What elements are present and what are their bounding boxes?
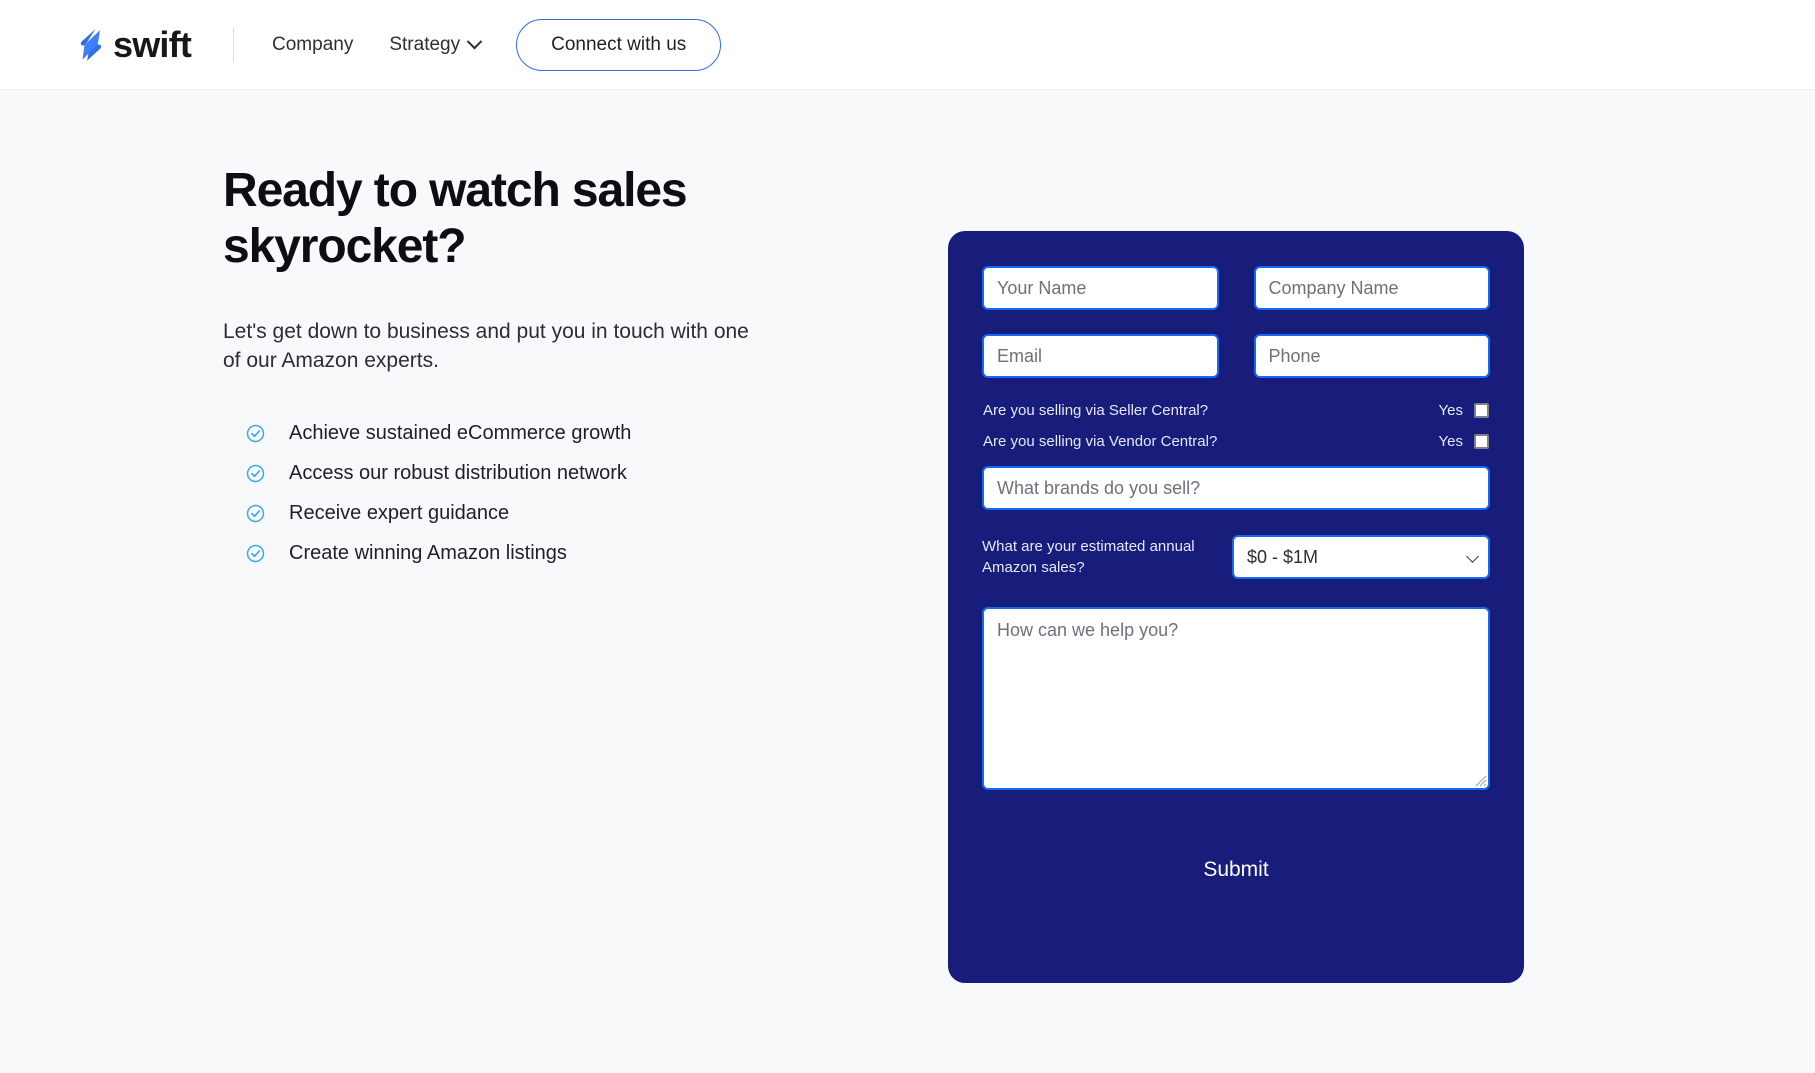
your-name-input[interactable] (982, 266, 1219, 310)
vendor-central-yes-group: Yes (1439, 433, 1489, 450)
benefit-label: Achieve sustained eCommerce growth (289, 422, 632, 445)
submit-button[interactable]: Submit (1181, 850, 1290, 890)
page-title: Ready to watch sales skyrocket? (223, 164, 688, 273)
check-circle-icon (246, 425, 265, 443)
vendor-central-checkbox[interactable] (1474, 434, 1489, 449)
vendor-central-yes-label: Yes (1438, 433, 1463, 450)
vendor-central-row: Are you selling via Vendor Central? Yes (982, 433, 1490, 450)
company-name-input[interactable] (1253, 266, 1490, 310)
email-input[interactable] (982, 334, 1219, 378)
submit-row: Submit (982, 850, 1490, 890)
header-divider (233, 27, 235, 62)
annual-sales-select[interactable]: $0 - $1M (1232, 535, 1490, 579)
benefit-label: Create winning Amazon listings (289, 542, 567, 565)
list-item: Achieve sustained eCommerce growth (246, 422, 803, 445)
page-body: Ready to watch sales skyrocket? Let's ge… (0, 90, 1815, 1073)
nav-item-company-label: Company (272, 33, 354, 55)
email-phone-row (982, 334, 1490, 378)
nav-item-strategy-label: Strategy (389, 33, 461, 55)
brand-name: swift (113, 23, 192, 65)
seller-central-yes-label: Yes (1438, 402, 1463, 419)
list-item: Create winning Amazon listings (246, 542, 803, 565)
seller-central-yes-group: Yes (1439, 402, 1489, 419)
nav-item-strategy[interactable]: Strategy (389, 33, 483, 56)
brand-logo[interactable]: swift (78, 23, 192, 65)
annual-sales-select-wrap: $0 - $1M (1232, 535, 1490, 579)
seller-central-question-label: Are you selling via Seller Central? (983, 402, 1209, 419)
check-circle-icon (246, 545, 265, 563)
check-circle-icon (246, 465, 265, 483)
brands-input[interactable] (982, 466, 1490, 510)
list-item: Receive expert guidance (246, 502, 803, 525)
brands-row (982, 466, 1490, 510)
annual-sales-row: What are your estimated annual Amazon sa… (982, 535, 1490, 579)
seller-central-checkbox[interactable] (1474, 403, 1489, 418)
seller-central-row: Are you selling via Seller Central? Yes (982, 402, 1490, 419)
site-header: swift Company Strategy Connect with us (0, 0, 1815, 90)
message-wrap (982, 607, 1490, 790)
message-textarea[interactable] (982, 607, 1490, 790)
check-circle-icon (246, 505, 265, 523)
name-company-row (982, 266, 1490, 310)
nav-item-company[interactable]: Company (272, 34, 353, 56)
chevron-down-icon (466, 33, 483, 50)
list-item: Access our robust distribution network (246, 462, 803, 485)
benefit-label: Access our robust distribution network (289, 462, 627, 485)
phone-input[interactable] (1253, 334, 1490, 378)
hero-subcopy: Let's get down to business and put you i… (223, 320, 749, 373)
benefits-list: Achieve sustained eCommerce growth Acces… (223, 422, 803, 565)
benefit-label: Receive expert guidance (289, 502, 510, 525)
primary-navigation: Company Strategy (272, 33, 483, 56)
vendor-central-question-label: Are you selling via Vendor Central? (983, 433, 1218, 450)
swift-logo-icon (80, 28, 102, 61)
connect-with-us-button[interactable]: Connect with us (516, 18, 722, 71)
annual-sales-question-label: What are your estimated annual Amazon sa… (982, 537, 1195, 576)
hero-text-column: Ready to watch sales skyrocket? Let's ge… (223, 163, 803, 582)
contact-form-card: Are you selling via Seller Central? Yes … (948, 231, 1524, 983)
